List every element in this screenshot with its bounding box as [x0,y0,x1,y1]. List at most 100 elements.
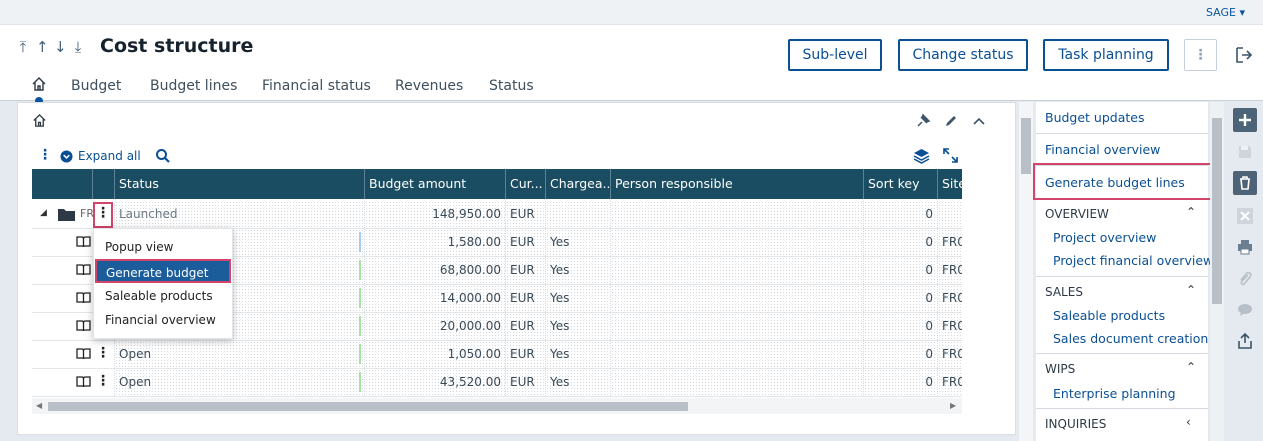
column-status[interactable]: Status [114,169,364,199]
table-row[interactable]: ⋮ Open 1,050.00 EUR Yes 0 FR0 [32,341,962,369]
attach-icon[interactable] [1233,267,1257,291]
tab-revenues[interactable]: Revenues [395,78,463,94]
horizontal-scrollbar[interactable]: ◀ ▶ [32,398,962,414]
next-record-icon[interactable]: ↓ [54,38,67,56]
column-budget-amount[interactable]: Budget amount [364,169,505,199]
column-chargeable[interactable]: Chargea... [545,169,610,199]
cell-currency: EUR [505,285,545,312]
section-inquiries-title[interactable]: INQUIRIES [1045,417,1106,431]
user-menu[interactable]: SAGE ▾ [1206,6,1245,19]
cell-sort-key: 0 [863,369,937,396]
change-status-button[interactable]: Change status [898,39,1028,71]
cell-site: FR0 [937,285,962,312]
panel-scrollbar[interactable] [1019,102,1033,441]
home-icon[interactable] [31,76,47,92]
expand-toggle-icon[interactable]: ◢ [40,208,47,218]
panel-scrollbar-thumb[interactable] [1021,118,1031,174]
link-budget-updates[interactable]: Budget updates [1045,110,1145,125]
tab-budget-lines[interactable]: Budget lines [150,78,237,94]
tab-financial-status[interactable]: Financial status [262,78,371,94]
scroll-right-icon[interactable]: ▶ [950,401,956,410]
section-wips-title[interactable]: WIPS [1045,362,1075,376]
sub-level-button[interactable]: Sub-level [788,39,882,71]
export-icon[interactable] [1233,329,1257,353]
home-icon[interactable] [32,113,47,128]
cell-chargeable: Yes [545,257,610,284]
first-record-icon[interactable]: ⤒ [17,38,29,56]
section-sales-title[interactable]: SALES [1045,285,1083,299]
link-enterprise-planning[interactable]: Enterprise planning [1053,386,1176,401]
divider [1036,133,1208,134]
exit-icon[interactable] [1234,45,1254,65]
cell-sort-key: 0 [863,257,937,284]
column-currency[interactable]: Cur... [505,169,545,199]
book-icon [76,236,91,248]
column-site[interactable]: Site [937,169,962,199]
print-icon[interactable] [1233,235,1257,259]
chevron-left-icon[interactable]: ‹ [1186,415,1191,429]
link-project-financial-overview[interactable]: Project financial overview [1053,253,1213,268]
cell-budget-amount: 20,000.00 [364,313,505,340]
tab-budget[interactable]: Budget [71,78,121,94]
cancel-icon[interactable] [1233,204,1257,228]
row-menu-highlight [93,202,113,228]
cell-budget-amount: 14,000.00 [364,285,505,312]
table-row[interactable]: ◢ FR ⋮ Launched 148,950.00 EUR 0 [32,201,962,229]
link-saleable-products[interactable]: Saleable products [1053,308,1165,323]
comment-icon[interactable] [1233,298,1257,322]
tab-status[interactable]: Status [489,78,534,94]
row-color-mark [359,232,361,252]
add-icon[interactable] [1233,108,1257,132]
page-header: ⤒ ↑ ↓ ⤓ Cost structure Sub-level Change … [0,25,1263,105]
row-menu-icon[interactable]: ⋮ [96,373,110,389]
chevron-up-icon[interactable]: ⌃ [1186,205,1196,219]
divider [1036,276,1208,277]
scroll-left-icon[interactable]: ◀ [36,401,42,410]
pin-icon[interactable] [915,113,931,129]
cell-chargeable [545,201,610,228]
cell-budget-amount: 68,800.00 [364,257,505,284]
layers-icon[interactable] [913,148,930,164]
edit-icon[interactable] [943,113,959,129]
chevron-down-icon[interactable] [60,150,73,163]
right-panel-scrollbar-thumb[interactable] [1212,118,1222,304]
grid-menu-icon[interactable]: ⋮ [38,147,52,163]
folder-icon [58,209,75,221]
horizontal-scrollbar-thumb[interactable] [48,402,688,411]
column-person-responsible[interactable]: Person responsible [610,169,863,199]
link-sales-document-creation[interactable]: Sales document creation [1053,331,1208,346]
chevron-up-icon[interactable]: ⌃ [1186,283,1196,297]
row-menu-icon[interactable]: ⋮ [96,345,110,361]
task-planning-button[interactable]: Task planning [1043,39,1169,71]
cell-status: Open [114,341,364,368]
menu-item-financial-overview[interactable]: Financial overview [94,308,234,332]
save-icon[interactable] [1233,140,1257,164]
column-sort-key[interactable]: Sort key [863,169,937,199]
cell-status: Open [114,369,364,396]
book-icon [76,320,91,332]
right-panel-scrollbar[interactable] [1210,102,1224,441]
delete-icon[interactable] [1233,171,1257,195]
section-overview-title[interactable]: OVERVIEW [1045,207,1109,221]
search-icon[interactable] [155,148,171,164]
menu-item-popup-view[interactable]: Popup view [94,235,234,259]
collapse-icon[interactable] [972,115,986,127]
cell-currency: EUR [505,229,545,256]
chevron-up-icon[interactable]: ⌃ [1186,360,1196,374]
link-financial-overview[interactable]: Financial overview [1045,142,1160,157]
menu-item-generate-budget-lines[interactable]: Generate budget lines [95,259,231,304]
more-actions-button[interactable]: ⋮ [1184,39,1217,71]
last-record-icon[interactable]: ⤓ [72,38,84,56]
cell-person-responsible [610,313,863,340]
previous-record-icon[interactable]: ↑ [36,38,49,56]
fullscreen-icon[interactable] [943,148,958,163]
cell-chargeable: Yes [545,285,610,312]
generate-budget-lines-highlight [1033,163,1217,200]
link-project-overview[interactable]: Project overview [1053,230,1156,245]
expand-all-link[interactable]: Expand all [78,149,141,163]
cell-budget-amount: 1,580.00 [364,229,505,256]
menu-item-saleable-products[interactable]: Saleable products [94,284,234,308]
cell-site: FR0 [937,257,962,284]
cell-person-responsible [610,341,863,368]
table-row[interactable]: ⋮ Open 43,520.00 EUR Yes 0 FR0 [32,369,962,397]
